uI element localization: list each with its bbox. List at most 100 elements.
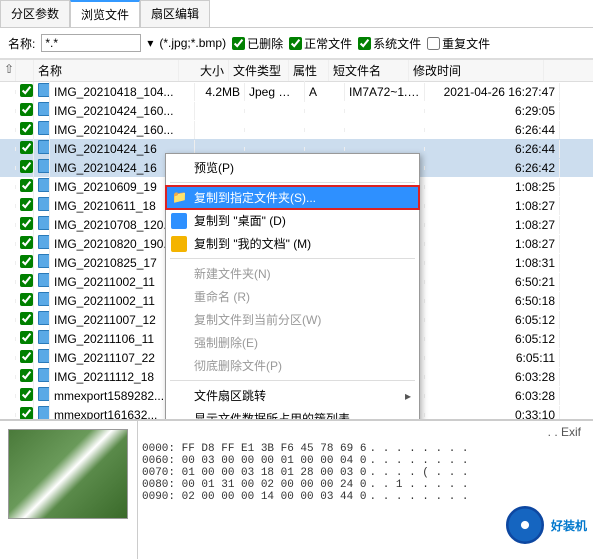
filter-mask: (*.jpg;*.bmp) [159, 36, 226, 50]
cell-date: 6:05:11 [425, 349, 560, 367]
file-icon [38, 102, 50, 116]
file-icon [38, 216, 50, 230]
col-size[interactable]: 大小 [179, 60, 229, 81]
file-icon [38, 254, 50, 268]
table-header: ⇧ 名称 大小 文件类型 属性 短文件名 修改时间 [0, 60, 593, 82]
name-filter-input[interactable] [41, 34, 141, 52]
cell-short [345, 128, 425, 132]
row-checkbox[interactable] [20, 293, 33, 306]
menu-copy-to-folder[interactable]: 📁复制到指定文件夹(S)... [165, 185, 420, 210]
file-icon [38, 311, 50, 325]
submenu-arrow-icon: ▸ [405, 389, 411, 403]
row-checkbox[interactable] [20, 217, 33, 230]
cell-date: 1:08:27 [425, 235, 560, 253]
row-checkbox[interactable] [20, 255, 33, 268]
cell-date: 6:26:44 [425, 140, 560, 158]
tab-partition[interactable]: 分区参数 [0, 0, 70, 27]
cell-date: 6:03:28 [425, 387, 560, 405]
cell-name: IMG_20210424_160... [50, 121, 195, 139]
row-checkbox[interactable] [20, 122, 33, 135]
cell-date: 1:08:31 [425, 254, 560, 272]
cell-size: 4.2MB [195, 83, 245, 101]
folder-copy-icon: 📁 [172, 190, 188, 206]
cell-type [245, 147, 305, 151]
row-checkbox[interactable] [20, 388, 33, 401]
documents-icon [171, 236, 187, 252]
menu-copy-desktop[interactable]: 复制到 "桌面" (D) [166, 209, 419, 232]
exif-label: . . Exif [138, 421, 593, 439]
row-checkbox[interactable] [20, 312, 33, 325]
row-checkbox[interactable] [20, 141, 33, 154]
col-type[interactable]: 文件类型 [229, 60, 289, 81]
menu-sector-jump[interactable]: 文件扇区跳转▸ [166, 384, 419, 407]
menu-force-delete: 强制删除(E) [166, 331, 419, 354]
row-checkbox[interactable] [20, 103, 33, 116]
row-checkbox[interactable] [20, 198, 33, 211]
desktop-icon [171, 213, 187, 229]
menu-copy-docs[interactable]: 复制到 "我的文档" (M) [166, 232, 419, 255]
chk-system[interactable] [358, 37, 371, 50]
cell-date: 6:03:28 [425, 368, 560, 386]
context-menu: 预览(P) 📁复制到指定文件夹(S)... 复制到 "桌面" (D) 复制到 "… [165, 153, 420, 419]
row-checkbox[interactable] [20, 369, 33, 382]
cell-size [195, 147, 245, 151]
up-icon[interactable]: ⇧ [0, 60, 16, 81]
row-checkbox[interactable] [20, 331, 33, 344]
row-checkbox[interactable] [20, 350, 33, 363]
table-row[interactable]: IMG_20210424_160...6:26:44 [0, 120, 593, 139]
cell-date: 1:08:25 [425, 178, 560, 196]
file-icon [38, 292, 50, 306]
tab-browse[interactable]: 浏览文件 [70, 0, 140, 27]
name-filter-label: 名称: [8, 35, 35, 52]
row-checkbox[interactable] [20, 179, 33, 192]
thumbnail-panel [0, 421, 138, 559]
row-checkbox[interactable] [20, 84, 33, 97]
cell-short [345, 109, 425, 113]
row-checkbox[interactable] [20, 236, 33, 249]
menu-preview[interactable]: 预览(P) [166, 156, 419, 179]
tab-sector[interactable]: 扇区编辑 [140, 0, 210, 27]
col-short[interactable]: 短文件名 [329, 60, 409, 81]
cell-attr [305, 147, 345, 151]
chk-duplicate[interactable] [427, 37, 440, 50]
file-icon [38, 83, 50, 97]
file-icon [38, 368, 50, 382]
col-name[interactable]: 名称 [34, 60, 179, 81]
table-row[interactable]: IMG_20210418_104...4.2MBJpeg 图像AIM7A72~1… [0, 82, 593, 101]
hex-ascii: . . . . . . . . . . . . . . . . . . . . … [366, 439, 593, 507]
cell-size [195, 128, 245, 132]
cell-date: 6:05:12 [425, 311, 560, 329]
menu-show-data-cluster[interactable]: 显示文件数据所占用的簇列表 [166, 407, 419, 419]
row-checkbox[interactable] [20, 407, 33, 420]
file-icon [38, 387, 50, 401]
menu-permanent-delete: 彻底删除文件(P) [166, 354, 419, 377]
chk-deleted[interactable] [232, 37, 245, 50]
watermark: 好装机 [503, 503, 587, 547]
cell-type [245, 128, 305, 132]
row-checkbox[interactable] [20, 274, 33, 287]
cell-date: 1:08:27 [425, 197, 560, 215]
cell-attr [305, 128, 345, 132]
cell-short [345, 147, 425, 151]
hex-dump[interactable]: 0000: FF D8 FF E1 3B F6 45 78 69 66 00 0… [138, 439, 366, 507]
file-table: ⇧ 名称 大小 文件类型 属性 短文件名 修改时间 IMG_20210418_1… [0, 59, 593, 419]
cell-name: IMG_20210418_104... [50, 83, 195, 101]
file-icon [38, 273, 50, 287]
dropdown-icon[interactable]: ▾ [147, 36, 153, 50]
col-date[interactable]: 修改时间 [409, 60, 544, 81]
menu-rename: 重命名 (R) [166, 285, 419, 308]
col-attr[interactable]: 属性 [289, 60, 329, 81]
file-icon [38, 235, 50, 249]
row-checkbox[interactable] [20, 160, 33, 173]
cell-short: IM7A72~1.J... [345, 83, 425, 101]
file-icon [38, 140, 50, 154]
file-icon [38, 178, 50, 192]
cell-date: 2021-04-26 16:27:47 [425, 83, 560, 101]
file-icon [38, 159, 50, 173]
menu-copy-to-partition: 复制文件到当前分区(W) [166, 308, 419, 331]
chk-normal[interactable] [289, 37, 302, 50]
table-row[interactable]: IMG_20210424_160...6:29:05 [0, 101, 593, 120]
tab-bar: 分区参数 浏览文件 扇区编辑 [0, 0, 593, 28]
cell-date: 0:33:10 [425, 406, 560, 420]
thumbnail-image [8, 429, 128, 519]
